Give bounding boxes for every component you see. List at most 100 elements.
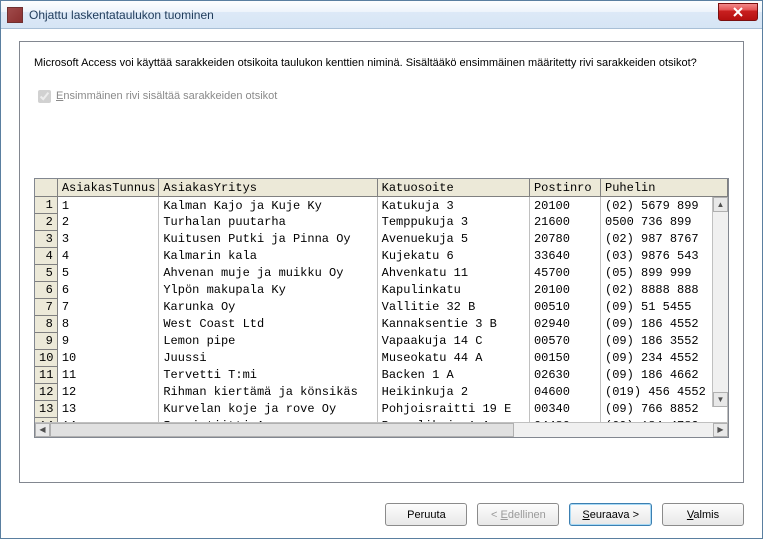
first-row-headers-checkbox[interactable]: [38, 90, 51, 103]
cell-phone: (03) 9876 543: [601, 248, 728, 265]
cell-addr: Heikinkuja 2: [377, 384, 529, 401]
preview-table: AsiakasTunnus AsiakasYritys Katuosoite P…: [35, 179, 728, 422]
cell-post: 20100: [529, 282, 600, 299]
cell-addr: Avenuekuja 5: [377, 231, 529, 248]
table-row[interactable]: 55Ahvenan muje ja muikku OyAhvenkatu 114…: [35, 265, 728, 282]
next-button[interactable]: Seuraava >: [569, 503, 652, 526]
cell-phone: (09) 51 5455: [601, 299, 728, 316]
table-row[interactable]: 22Turhalan puutarhaTemppukuja 3216000500…: [35, 214, 728, 231]
table-row[interactable]: 1111Tervetti T:miBacken 1 A02630(09) 186…: [35, 367, 728, 384]
cell-id: 4: [57, 248, 159, 265]
cell-id: 8: [57, 316, 159, 333]
cell-company: Rihman kiertämä ja könsikäs: [159, 384, 377, 401]
cell-company: Kuitusen Putki ja Pinna Oy: [159, 231, 377, 248]
row-number: 14: [35, 418, 57, 422]
cell-company: Lemon pipe: [159, 333, 377, 350]
app-icon: [7, 7, 23, 23]
row-number-header: [35, 179, 57, 197]
row-number: 8: [35, 316, 57, 333]
cell-addr: Pohjoisraitti 19 E: [377, 401, 529, 418]
cell-post: 20780: [529, 231, 600, 248]
scroll-left-arrow[interactable]: ◀: [35, 423, 50, 437]
grid-scroll: AsiakasTunnus AsiakasYritys Katuosoite P…: [35, 179, 728, 422]
col-header-phone[interactable]: Puhelin: [601, 179, 728, 197]
scroll-up-arrow[interactable]: ▲: [713, 197, 728, 212]
cell-addr: Katukuja 3: [377, 197, 529, 214]
cell-phone: (09) 186 4662: [601, 367, 728, 384]
row-number: 10: [35, 350, 57, 367]
row-number: 3: [35, 231, 57, 248]
cell-company: Turhalan puutarha: [159, 214, 377, 231]
scroll-down-arrow[interactable]: ▼: [713, 392, 728, 407]
cell-post: 04480: [529, 418, 600, 422]
inner-panel: Microsoft Access voi käyttää sarakkeiden…: [19, 41, 744, 483]
spacer: [34, 118, 729, 178]
cell-company: Juussi: [159, 350, 377, 367]
cell-company: Tervetti T:mi: [159, 367, 377, 384]
row-number: 5: [35, 265, 57, 282]
cell-addr: Kujekatu 6: [377, 248, 529, 265]
cell-post: 20100: [529, 197, 600, 214]
row-number: 2: [35, 214, 57, 231]
cancel-button[interactable]: Peruuta: [385, 503, 467, 526]
finish-button[interactable]: Valmis: [662, 503, 744, 526]
cell-post: 45700: [529, 265, 600, 282]
col-header-post[interactable]: Postinro: [529, 179, 600, 197]
table-row[interactable]: 66Ylpön makupala KyKapulinkatu20100(02) …: [35, 282, 728, 299]
cell-phone: (02) 8888 888: [601, 282, 728, 299]
cell-id: 5: [57, 265, 159, 282]
col-header-addr[interactable]: Katuosoite: [377, 179, 529, 197]
cell-id: 10: [57, 350, 159, 367]
cell-post: 21600: [529, 214, 600, 231]
table-row[interactable]: 99Lemon pipeVapaakuja 14 C00570(09) 186 …: [35, 333, 728, 350]
table-row[interactable]: 33Kuitusen Putki ja Pinna OyAvenuekuja 5…: [35, 231, 728, 248]
table-row[interactable]: 1212Rihman kiertämä ja könsikäsHeikinkuj…: [35, 384, 728, 401]
cell-phone: (09) 184 4782: [601, 418, 728, 422]
cell-phone: (05) 899 999: [601, 265, 728, 282]
vertical-scrollbar[interactable]: ▲ ▼: [712, 197, 728, 407]
button-row: Peruuta < Edellinen Seuraava > Valmis: [1, 493, 762, 538]
table-row[interactable]: 1313Kurvelan koje ja rove OyPohjoisraitt…: [35, 401, 728, 418]
close-button[interactable]: [718, 3, 758, 21]
cell-post: 33640: [529, 248, 600, 265]
cell-post: 04600: [529, 384, 600, 401]
cell-company: Ylpön makupala Ky: [159, 282, 377, 299]
first-row-headers-label: Ensimmäinen rivi sisältää sarakkeiden ot…: [56, 90, 277, 102]
scroll-track-h[interactable]: [50, 423, 713, 437]
cell-post: 00340: [529, 401, 600, 418]
table-row[interactable]: 88West Coast LtdKannaksentie 3 B02940(09…: [35, 316, 728, 333]
table-row[interactable]: 77Karunka OyVallitie 32 B00510(09) 51 54…: [35, 299, 728, 316]
scroll-track-v[interactable]: [713, 212, 728, 392]
cell-phone: (09) 186 4552: [601, 316, 728, 333]
cell-phone: (02) 5679 899: [601, 197, 728, 214]
table-row[interactable]: 1414Innuietiitti AyPoppelikuja 1 A04480(…: [35, 418, 728, 422]
scroll-right-arrow[interactable]: ▶: [713, 423, 728, 437]
back-button[interactable]: < Edellinen: [477, 503, 559, 526]
cell-phone: (09) 186 3552: [601, 333, 728, 350]
cell-id: 14: [57, 418, 159, 422]
cell-addr: Kapulinkatu: [377, 282, 529, 299]
table-row[interactable]: 44Kalmarin kalaKujekatu 633640(03) 9876 …: [35, 248, 728, 265]
cell-id: 6: [57, 282, 159, 299]
cell-company: Ahvenan muje ja muikku Oy: [159, 265, 377, 282]
cell-company: Kalman Kajo ja Kuje Ky: [159, 197, 377, 214]
titlebar: Ohjattu laskentataulukon tuominen: [1, 1, 762, 29]
table-row[interactable]: 1010JuussiMuseokatu 44 A00150(09) 234 45…: [35, 350, 728, 367]
cell-post: 00150: [529, 350, 600, 367]
row-number: 12: [35, 384, 57, 401]
cell-addr: Backen 1 A: [377, 367, 529, 384]
col-header-company[interactable]: AsiakasYritys: [159, 179, 377, 197]
cell-phone: (019) 456 4552: [601, 384, 728, 401]
cell-company: Kalmarin kala: [159, 248, 377, 265]
table-row[interactable]: 11Kalman Kajo ja Kuje KyKatukuja 320100(…: [35, 197, 728, 214]
col-header-id[interactable]: AsiakasTunnus: [57, 179, 159, 197]
row-number: 13: [35, 401, 57, 418]
row-number: 7: [35, 299, 57, 316]
cell-addr: Temppukuja 3: [377, 214, 529, 231]
scroll-thumb-h[interactable]: [50, 423, 514, 437]
row-number: 6: [35, 282, 57, 299]
cell-company: Karunka Oy: [159, 299, 377, 316]
window-title: Ohjattu laskentataulukon tuominen: [29, 8, 214, 22]
cell-phone: 0500 736 899: [601, 214, 728, 231]
horizontal-scrollbar[interactable]: ◀ ▶: [35, 422, 728, 437]
